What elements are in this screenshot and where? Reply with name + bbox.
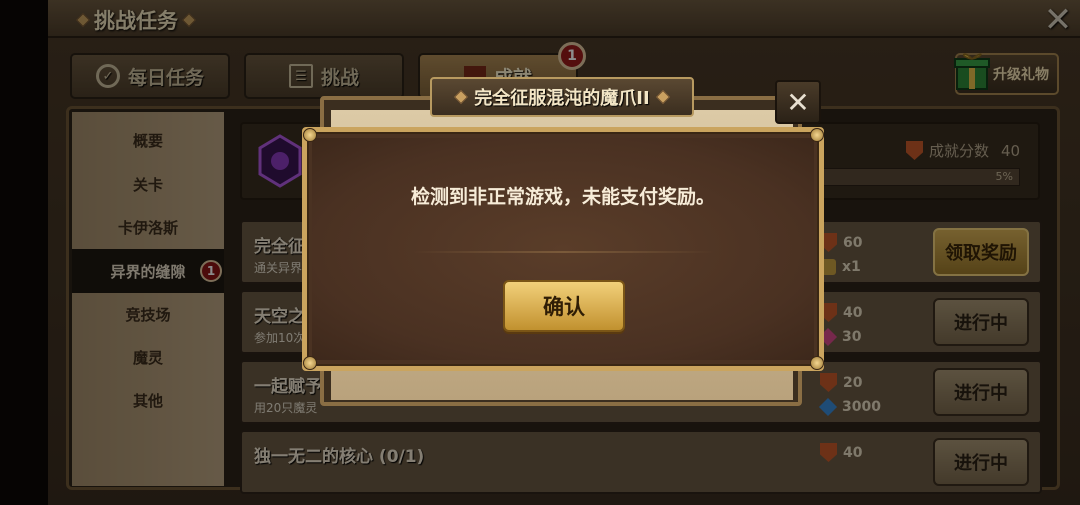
- alert-message: 检测到非正常游戏，未能支付奖励。: [410, 186, 715, 208]
- modal-title: 完全征服混沌的魔爪II: [430, 77, 694, 117]
- diamond-icon: [454, 89, 469, 105]
- close-icon: ✕: [786, 85, 810, 119]
- modal-title-label: 完全征服混沌的魔爪II: [474, 88, 650, 109]
- corner-rivet-icon: [810, 356, 824, 370]
- confirm-button[interactable]: 确认: [503, 280, 625, 332]
- modal-close-button[interactable]: ✕: [775, 80, 821, 124]
- divider: [412, 251, 714, 253]
- game-screen: 挑战任务 ✕ ✓ 每日任务 ☰ 挑战 成就 1 升级礼物 概要 关卡 卡伊洛斯 …: [0, 0, 1080, 505]
- corner-rivet-icon: [303, 128, 317, 142]
- corner-rivet-icon: [810, 128, 824, 142]
- corner-rivet-icon: [303, 356, 317, 370]
- confirm-label: 确认: [543, 295, 585, 319]
- diamond-icon: [655, 89, 670, 105]
